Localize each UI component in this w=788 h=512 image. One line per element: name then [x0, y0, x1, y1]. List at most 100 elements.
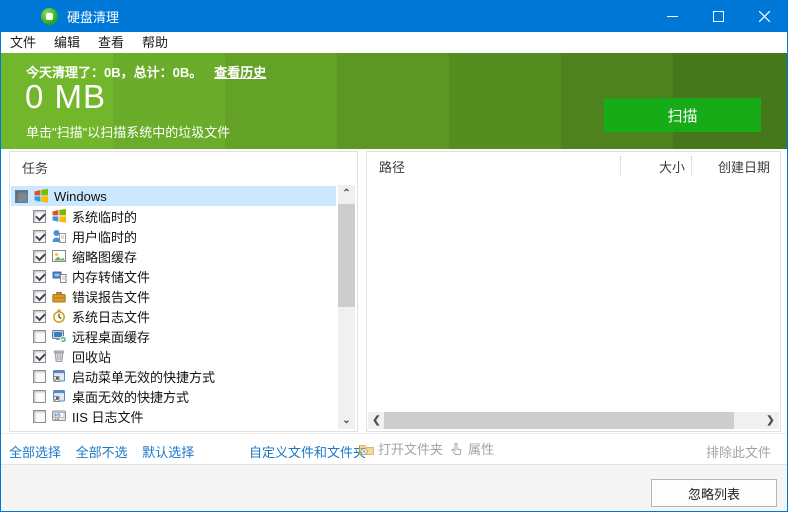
task-label: 启动菜单无效的快捷方式: [72, 367, 215, 386]
scroll-down-button[interactable]: ⌄: [338, 412, 355, 429]
task-item[interactable]: 错误报告文件: [11, 286, 336, 306]
svg-text:IIS: IIS: [55, 413, 61, 418]
task-label: IIS 日志文件: [72, 407, 144, 426]
recycle-bin-icon: [51, 348, 67, 364]
task-checkbox[interactable]: [33, 250, 46, 263]
menu-view[interactable]: 查看: [89, 32, 133, 53]
remote-desktop-icon: [51, 328, 67, 344]
cleaned-size-value: 0 MB: [25, 78, 106, 116]
status-banner: 今天清理了：0B，总计：0B。查看历史 0 MB 单击"扫描"以扫描系统中的垃圾…: [1, 53, 787, 149]
tasks-header: 任务: [10, 152, 357, 186]
selection-links: 全部选择 全部不选 默认选择: [9, 442, 205, 461]
task-item[interactable]: 启动菜单无效的快捷方式: [11, 366, 336, 386]
task-label: 远程桌面缓存: [72, 327, 150, 346]
vertical-scroll-thumb[interactable]: [338, 204, 355, 307]
footer-bar: 忽略列表: [1, 464, 787, 511]
column-path[interactable]: 路径: [367, 157, 620, 176]
menu-file[interactable]: 文件: [1, 32, 45, 53]
task-label: Windows: [54, 189, 107, 204]
task-checkbox[interactable]: [33, 270, 46, 283]
task-label: 缩略图缓存: [72, 247, 137, 266]
menu-edit[interactable]: 编辑: [45, 32, 89, 53]
task-item[interactable]: 桌面无效的快捷方式: [11, 386, 336, 406]
task-item[interactable]: Windows: [11, 186, 336, 206]
horizontal-scrollbar[interactable]: ❮ ❯: [368, 412, 779, 429]
minimize-icon: [667, 11, 678, 22]
select-all-link[interactable]: 全部选择: [9, 445, 61, 460]
column-date[interactable]: 创建日期: [692, 157, 780, 176]
task-label: 桌面无效的快捷方式: [72, 387, 189, 406]
task-checkbox[interactable]: [33, 290, 46, 303]
thumbnail-icon: [51, 248, 67, 264]
open-folder-icon: [358, 441, 374, 457]
task-item[interactable]: IIS IIS 日志文件: [11, 406, 336, 426]
horizontal-scroll-thumb[interactable]: [384, 412, 734, 429]
chevron-right-icon: ❯: [766, 416, 774, 426]
exclude-file-link[interactable]: 排除此文件: [706, 442, 771, 461]
task-checkbox[interactable]: [33, 310, 46, 323]
task-item[interactable]: 系统日志文件: [11, 306, 336, 326]
minimize-button[interactable]: [649, 1, 695, 32]
close-icon: [759, 11, 770, 22]
caption-buttons: [649, 1, 787, 32]
iis-server-icon: IIS: [51, 408, 67, 424]
vertical-scrollbar[interactable]: ⌃ ⌄: [338, 185, 355, 429]
selection-toolbar: 全部选择 全部不选 默认选择 自定义文件和文件夹 打开文件夹 属性 排除此文件: [1, 433, 787, 464]
close-button[interactable]: [741, 1, 787, 32]
task-item[interactable]: 远程桌面缓存: [11, 326, 336, 346]
maximize-icon: [713, 11, 724, 22]
menubar: 文件 编辑 查看 帮助: [1, 32, 787, 53]
task-item[interactable]: 回收站: [11, 346, 336, 366]
column-size[interactable]: 大小: [621, 157, 691, 176]
app-window: 硬盘清理 文件 编辑 查看 帮助 今天清理了：0B，总计：0B。查看历史 0 M…: [0, 0, 788, 512]
app-icon: [41, 8, 58, 25]
chevron-down-icon: ⌄: [342, 416, 350, 426]
task-label: 系统临时的: [72, 207, 137, 226]
scan-hint: 单击"扫描"以扫描系统中的垃圾文件: [26, 122, 230, 141]
ignore-list-button[interactable]: 忽略列表: [651, 479, 777, 507]
scroll-left-button[interactable]: ❮: [368, 412, 385, 429]
titlebar: 硬盘清理: [1, 1, 787, 32]
chevron-up-icon: ⌃: [342, 189, 350, 199]
task-checkbox[interactable]: [33, 370, 46, 383]
open-folder-button[interactable]: 打开文件夹: [358, 439, 443, 458]
default-select-link[interactable]: 默认选择: [142, 445, 194, 460]
task-checkbox[interactable]: [33, 410, 46, 423]
shortcut-icon: [51, 388, 67, 404]
error-report-icon: [51, 288, 67, 304]
task-label: 用户临时的: [72, 227, 137, 246]
view-history-link[interactable]: 查看历史: [214, 65, 266, 80]
select-none-link[interactable]: 全部不选: [76, 445, 128, 460]
menu-help[interactable]: 帮助: [133, 32, 177, 53]
system-log-icon: [51, 308, 67, 324]
windows-logo-icon: [33, 188, 49, 204]
properties-label: 属性: [468, 439, 494, 458]
maximize-button[interactable]: [695, 1, 741, 32]
scan-button[interactable]: 扫描: [604, 98, 761, 132]
task-item[interactable]: 内存转储文件: [11, 266, 336, 286]
properties-button[interactable]: 属性: [448, 439, 494, 458]
open-folder-label: 打开文件夹: [378, 439, 443, 458]
task-checkbox[interactable]: [15, 190, 28, 203]
windows-logo-icon: [51, 208, 67, 224]
task-checkbox[interactable]: [33, 390, 46, 403]
task-item[interactable]: 系统临时的: [11, 206, 336, 226]
task-label: 内存转储文件: [72, 267, 150, 286]
task-item[interactable]: 用户临时的: [11, 226, 336, 246]
main-area: 任务 Windows 系统临时的用户临时的缩略图缓存内存转储文件错误报告文件系统日…: [1, 149, 787, 433]
task-checkbox[interactable]: [33, 210, 46, 223]
task-checkbox[interactable]: [33, 350, 46, 363]
memory-dump-icon: [51, 268, 67, 284]
results-column-headers: 路径 大小 创建日期: [367, 152, 780, 180]
scroll-right-button[interactable]: ❯: [762, 412, 779, 429]
task-checkbox[interactable]: [33, 330, 46, 343]
task-label: 系统日志文件: [72, 307, 150, 326]
user-file-icon: [51, 228, 67, 244]
custom-files-link[interactable]: 自定义文件和文件夹: [249, 442, 366, 461]
task-checkbox[interactable]: [33, 230, 46, 243]
task-item[interactable]: 缩略图缓存: [11, 246, 336, 266]
tasks-panel: 任务 Windows 系统临时的用户临时的缩略图缓存内存转储文件错误报告文件系统日…: [9, 151, 358, 432]
chevron-left-icon: ❮: [372, 416, 380, 426]
scroll-up-button[interactable]: ⌃: [338, 185, 355, 202]
properties-hand-icon: [448, 441, 464, 457]
